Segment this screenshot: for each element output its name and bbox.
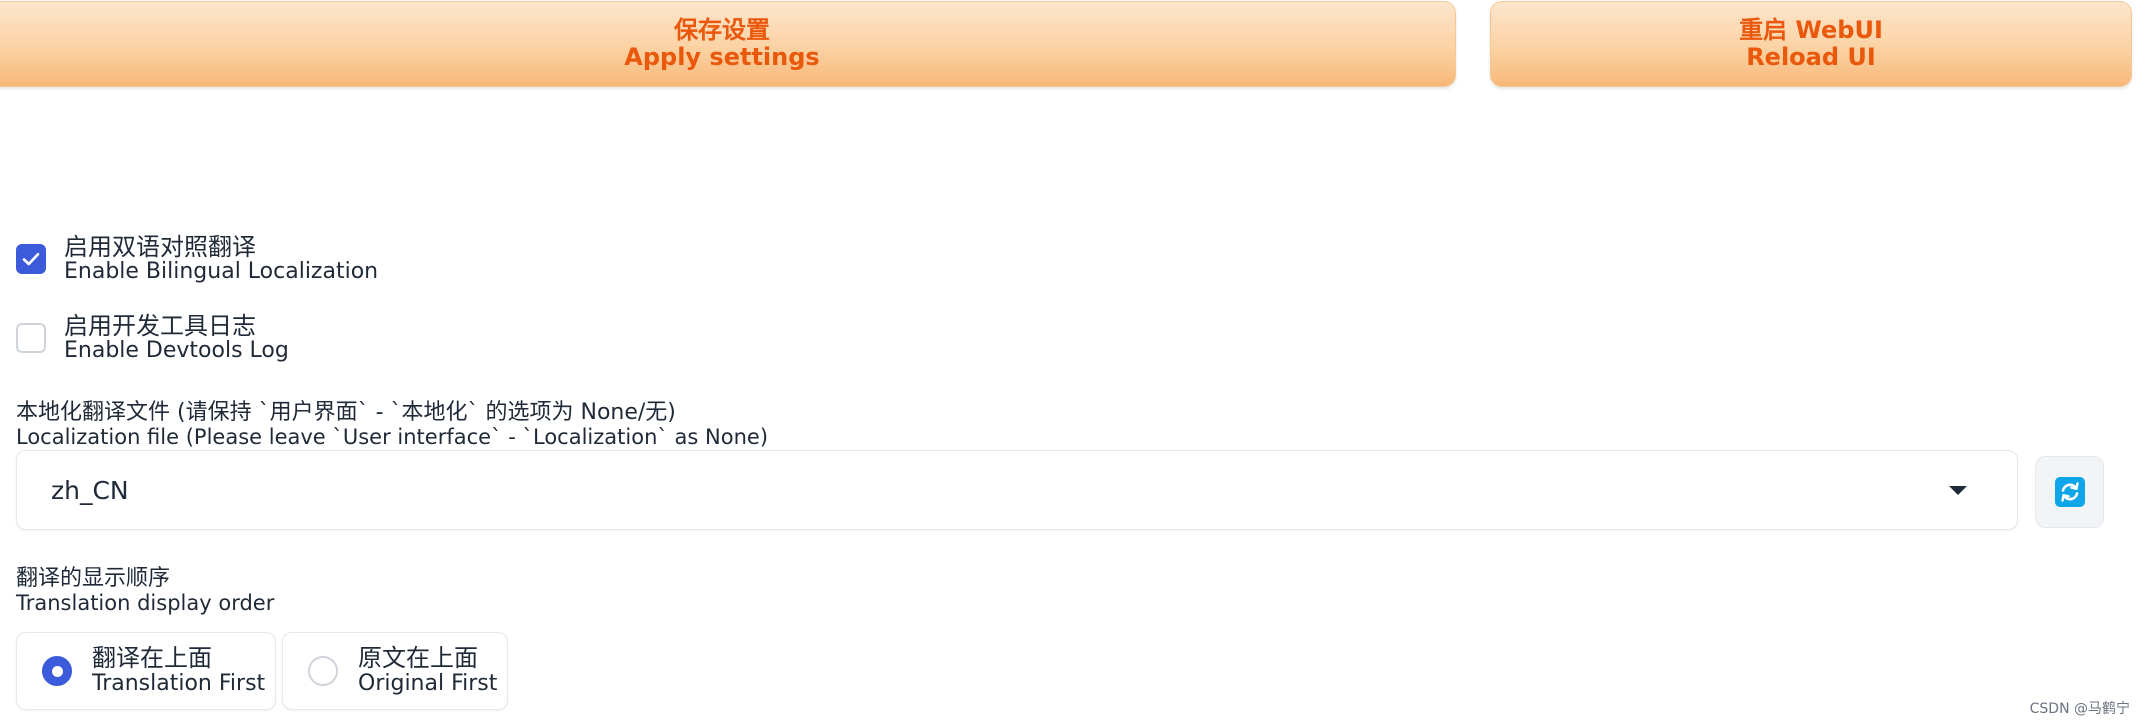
bilingual-label-zh: 启用双语对照翻译 [64, 233, 256, 261]
settings-panel: 保存设置 Apply settings 重启 WebUI Reload UI 启… [0, 0, 2146, 724]
checkmark-icon [22, 252, 40, 266]
refresh-icon [2054, 477, 2085, 507]
apply-settings-label-zh: 保存设置 [674, 16, 770, 44]
display-order-label: 翻译的显示顺序 Translation display order [16, 566, 274, 615]
radio-original-first-label: 原文在上面 Original First [358, 644, 498, 697]
radio-label-zh: 原文在上面 [358, 644, 478, 672]
radio-unselected-indicator[interactable] [308, 656, 338, 686]
reload-ui-label-en: Reload UI [1746, 43, 1876, 71]
devtools-log-option[interactable]: 启用开发工具日志 Enable Devtools Log [16, 314, 289, 363]
apply-settings-label-en: Apply settings [624, 43, 820, 71]
devtools-log-label: 启用开发工具日志 Enable Devtools Log [64, 314, 289, 363]
chevron-down-icon [1949, 486, 1967, 495]
radio-original-first[interactable]: 原文在上面 Original First [282, 632, 508, 710]
localization-file-value: zh_CN [51, 475, 129, 505]
localization-file-label-zh: 本地化翻译文件 (请保持 `用户界面` - `本地化` 的选项为 None/无) [16, 400, 676, 425]
radio-selected-indicator[interactable] [42, 656, 72, 686]
radio-label-en: Original First [358, 671, 498, 696]
display-order-label-zh: 翻译的显示顺序 [16, 566, 171, 591]
bilingual-localization-checkbox[interactable] [16, 244, 46, 274]
radio-label-en: Translation First [92, 671, 266, 696]
radio-translation-first[interactable]: 翻译在上面 Translation First [16, 632, 276, 710]
bilingual-localization-option[interactable]: 启用双语对照翻译 Enable Bilingual Localization [16, 235, 378, 284]
bilingual-localization-label: 启用双语对照翻译 Enable Bilingual Localization [64, 235, 378, 284]
localization-file-dropdown[interactable]: zh_CN [16, 450, 2018, 530]
apply-settings-button[interactable]: 保存设置 Apply settings [0, 1, 1456, 87]
reload-ui-label-zh: 重启 WebUI [1739, 16, 1883, 44]
watermark: CSDN @马鹤宁 [2029, 701, 2130, 717]
radio-translation-first-label: 翻译在上面 Translation First [92, 644, 266, 697]
radio-label-zh: 翻译在上面 [92, 644, 212, 672]
devtools-label-en: Enable Devtools Log [64, 338, 289, 363]
localization-file-label: 本地化翻译文件 (请保持 `用户界面` - `本地化` 的选项为 None/无)… [16, 400, 768, 449]
bilingual-label-en: Enable Bilingual Localization [64, 259, 379, 284]
devtools-log-checkbox[interactable] [16, 323, 46, 353]
localization-file-label-en: Localization file (Please leave `User in… [16, 425, 769, 449]
reload-ui-button[interactable]: 重启 WebUI Reload UI [1490, 1, 2132, 87]
refresh-localization-button[interactable] [2035, 456, 2104, 528]
devtools-label-zh: 启用开发工具日志 [64, 312, 256, 340]
display-order-label-en: Translation display order [16, 591, 275, 615]
